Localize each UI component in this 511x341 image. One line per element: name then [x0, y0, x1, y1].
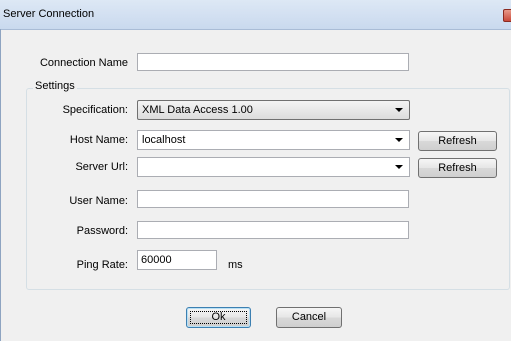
- ping-rate-label: Ping Rate:: [76, 259, 128, 271]
- host-name-label: Host Name:: [69, 134, 128, 146]
- host-name-combo[interactable]: localhost: [137, 130, 410, 150]
- password-label: Password:: [76, 225, 128, 237]
- specification-select[interactable]: XML Data Access 1.00: [137, 100, 410, 120]
- connection-name-label: Connection Name: [39, 57, 128, 69]
- server-connection-dialog: Server Connection Connection Name Settin…: [0, 0, 511, 341]
- server-url-refresh-button[interactable]: Refresh: [418, 158, 497, 178]
- close-icon[interactable]: [503, 9, 511, 22]
- ping-rate-unit: ms: [228, 259, 243, 271]
- chevron-down-icon: [395, 108, 403, 112]
- chevron-down-icon: [395, 165, 403, 169]
- ok-button[interactable]: Ok: [186, 307, 251, 328]
- user-name-input[interactable]: [137, 190, 409, 208]
- settings-group-title: Settings: [33, 80, 77, 92]
- focus-rectangle: [190, 311, 247, 324]
- host-name-value: localhost: [142, 134, 186, 146]
- server-url-label: Server Url:: [75, 161, 128, 173]
- cancel-button[interactable]: Cancel: [276, 307, 342, 328]
- window-title: Server Connection: [3, 8, 95, 20]
- server-url-combo[interactable]: [137, 157, 410, 177]
- specification-value: XML Data Access 1.00: [142, 104, 253, 116]
- user-name-label: User Name:: [69, 195, 128, 207]
- ping-rate-input[interactable]: [137, 250, 217, 270]
- chevron-down-icon: [395, 138, 403, 142]
- title-bar[interactable]: Server Connection: [0, 0, 511, 30]
- specification-label: Specification:: [62, 104, 128, 116]
- window-border: [0, 29, 1, 341]
- connection-name-input[interactable]: [137, 53, 409, 71]
- host-refresh-button[interactable]: Refresh: [418, 131, 497, 151]
- password-input[interactable]: [137, 221, 409, 239]
